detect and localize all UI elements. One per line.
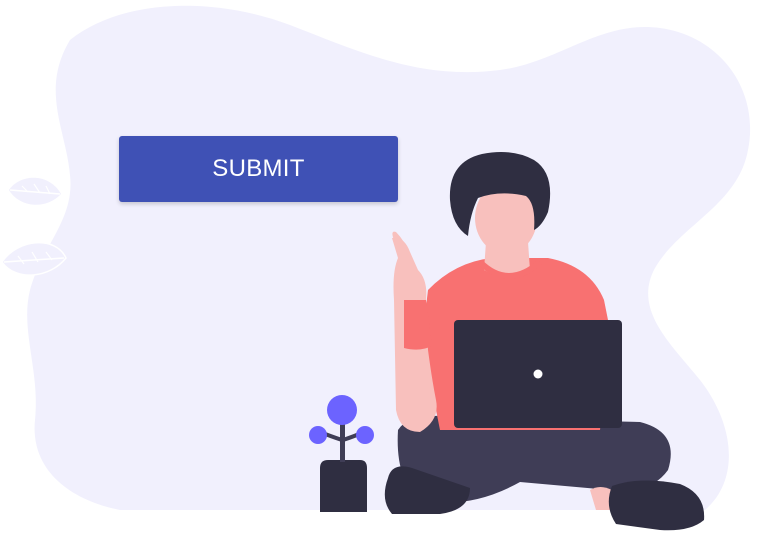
submit-button[interactable]: SUBMIT [119, 136, 398, 202]
leaf-icon [7, 176, 63, 207]
illustration-scene [1, 5, 751, 531]
